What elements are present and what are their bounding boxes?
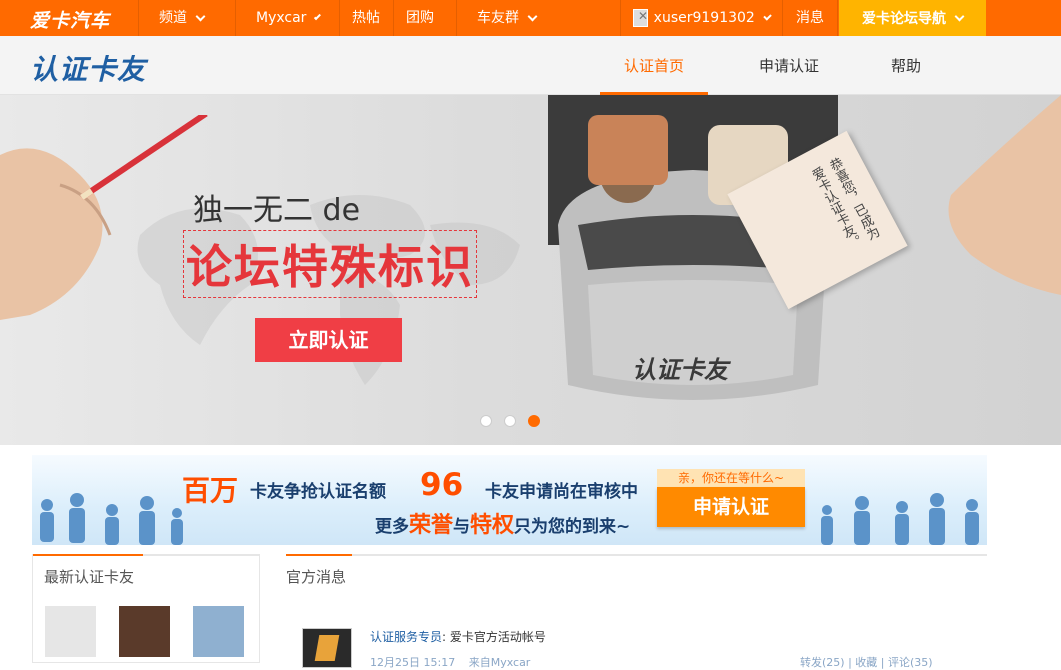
nav-myxcar[interactable]: Myxcar xyxy=(235,0,339,36)
pending-count: 96 xyxy=(420,467,464,503)
banner-suffix: 只为您的到来~ xyxy=(514,517,631,537)
banner-more: 更多 xyxy=(375,517,409,537)
messages-link[interactable]: 消息 xyxy=(782,0,838,36)
banner-and: 与 xyxy=(453,517,471,537)
post-line: 认证服务专员: 爱卡官方活动帐号 xyxy=(370,628,546,645)
official-news-title: 官方消息 xyxy=(286,568,347,586)
user-menu[interactable]: xuser9191302 xyxy=(620,0,782,36)
chevron-down-icon xyxy=(527,11,538,21)
nav-groupbuy-label: 团购 xyxy=(406,10,434,26)
post-sep: : xyxy=(442,630,447,644)
hand-graphic xyxy=(948,95,1061,295)
post-text: 爱卡官方活动帐号 xyxy=(449,630,546,644)
banner-tip: 亲，你还在等什么~ xyxy=(657,469,805,487)
banner-text-1: 卡友争抢认证名额 xyxy=(250,482,386,502)
top-nav: 频道 Myxcar 热帖 团购 车友群 xyxy=(138,0,556,36)
hero-headline: 论坛特殊标识 xyxy=(183,230,477,298)
nav-hot-label: 热帖 xyxy=(352,10,380,26)
news-post: 认证服务专员: 爱卡官方活动帐号 12月25日 15:17 来自Myxcar 转… xyxy=(302,626,982,669)
username: xuser9191302 xyxy=(653,10,755,26)
promo-banner: 百万 卡友争抢认证名额 96 卡友申请尚在审核中 更多荣誉与特权只为您的到来~ … xyxy=(32,455,987,545)
avatar[interactable] xyxy=(193,606,244,657)
carousel-dot-3[interactable] xyxy=(528,415,540,427)
avatar[interactable] xyxy=(119,606,170,657)
chevron-down-icon xyxy=(954,11,965,21)
people-crowd-graphic xyxy=(40,493,183,545)
sub-header: 认证卡友 认证首页 申请认证 帮助 xyxy=(0,36,1061,95)
avatar[interactable] xyxy=(302,628,352,668)
chevron-down-icon xyxy=(763,11,772,21)
panel-accent xyxy=(286,554,352,556)
banner-honor: 荣誉 xyxy=(409,513,454,538)
user-avatar xyxy=(633,9,648,27)
latest-certified-panel: 最新认证卡友 xyxy=(32,554,260,663)
latest-certified-title: 最新认证卡友 xyxy=(44,568,135,586)
banner-big-text: 百万 xyxy=(182,474,239,507)
certify-now-button[interactable]: 立即认证 xyxy=(255,318,402,362)
banner-text-3: 更多荣誉与特权只为您的到来~ xyxy=(375,507,630,539)
hero-tagline: 独一无二 de xyxy=(193,193,361,228)
post-author[interactable]: 认证服务专员 xyxy=(370,630,442,644)
tab-cert-home[interactable]: 认证首页 xyxy=(600,36,708,95)
nav-hot[interactable]: 热帖 xyxy=(339,0,393,36)
chevron-down-icon xyxy=(195,11,206,21)
nav-channel[interactable]: 频道 xyxy=(138,0,235,36)
hero-carousel[interactable]: 独一无二 de 论坛特殊标识 立即认证 认证卡友 恭喜您，已成为爱卡认证卡友。 xyxy=(0,95,1061,445)
forum-guide-label: 爱卡论坛导航 xyxy=(862,11,946,27)
tab-apply-cert[interactable]: 申请认证 xyxy=(735,36,843,95)
xcar-logo[interactable]: 爱卡汽车 xyxy=(30,6,110,33)
apply-cert-button[interactable]: 申请认证 xyxy=(657,487,805,527)
carousel-dot-2[interactable] xyxy=(504,415,516,427)
post-meta: 12月25日 15:17 来自Myxcar xyxy=(370,654,530,670)
banner-text-2: 卡友申请尚在审核中 xyxy=(485,482,638,502)
nav-car-group[interactable]: 车友群 xyxy=(456,0,556,36)
official-news-panel: 官方消息 认证服务专员: 爱卡官方活动帐号 12月25日 15:17 来自Myx… xyxy=(286,554,987,669)
nav-myxcar-label: Myxcar xyxy=(256,10,307,26)
carousel-dot-1[interactable] xyxy=(480,415,492,427)
post-actions[interactable]: 转发(25) | 收藏 | 评论(35) xyxy=(800,654,933,670)
certified-brand-logo[interactable]: 认证卡友 xyxy=(30,48,146,88)
certified-avatars xyxy=(45,606,244,657)
nav-groupbuy[interactable]: 团购 xyxy=(393,0,456,36)
nav-channel-label: 频道 xyxy=(159,10,187,26)
panel-accent xyxy=(33,554,143,556)
people-crowd-graphic xyxy=(821,493,979,545)
forum-guide-button[interactable]: 爱卡论坛导航 xyxy=(839,0,986,36)
top-nav-bar: 爱卡汽车 频道 Myxcar 热帖 团购 车友群 xuser9191302 消息… xyxy=(0,0,1061,36)
chevron-down-icon xyxy=(314,12,322,20)
nav-car-group-label: 车友群 xyxy=(477,10,519,26)
car-hood-text: 认证卡友 xyxy=(632,356,728,384)
carousel-indicators xyxy=(480,415,540,427)
tab-help[interactable]: 帮助 xyxy=(872,36,940,95)
banner-privilege: 特权 xyxy=(470,513,515,538)
avatar[interactable] xyxy=(45,606,96,657)
